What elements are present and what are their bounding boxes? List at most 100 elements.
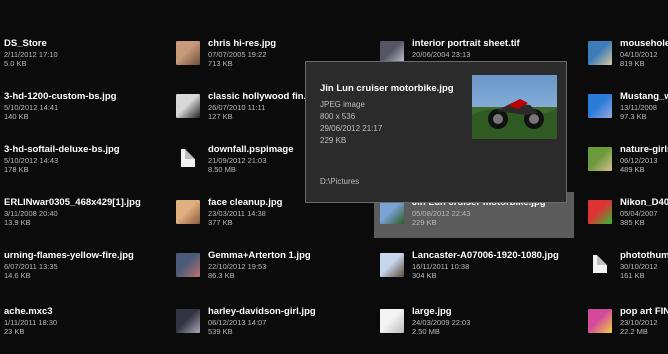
file-name: Nikon_D40x [620,197,668,208]
file-date: 22/10/2012 19:53 [208,262,267,271]
file-size: 161 KB [620,271,645,280]
file-size: 304 KB [412,271,437,280]
file-name: 3-hd-1200-custom-bs.jpg [4,91,117,102]
file-date: 24/03/2009 22:03 [412,318,471,327]
tooltip-path: D:\Pictures [320,177,360,186]
file-item[interactable]: 3-hd-softail-deluxe-bs.jpg 5/10/2012 14:4… [4,144,204,188]
file-item[interactable]: face cleanup.jpg 23/03/2011 14:38 377 KB [176,197,376,241]
file-name: pop art FIN [620,306,668,317]
tooltip-dimensions: 800 x 536 [320,112,356,121]
file-item[interactable]: photothumb30/10/2012161 KB [588,250,668,294]
file-name: Lancaster-A07006-1920-1080.jpg [412,250,559,261]
file-size: 140 KB [4,112,29,121]
file-name: nature-girls [620,144,668,155]
file-item[interactable]: urning-flames-yellow-fire.jpg 6/07/2011 1… [4,250,204,294]
file-text: interior portrait sheet.tif 20/06/2004 23… [412,38,580,59]
file-text: mousehole 04/10/2012 819 KB [620,38,668,68]
file-date: 04/10/2012 [620,50,658,59]
tooltip-file-name: Jin Lun cruiser motorbike.jpg [320,83,454,94]
image-thumbnail-icon [176,309,200,333]
file-date: 13/11/2008 [620,103,657,112]
file-item[interactable]: DS_Store 2/11/2012 17:10 5.0 KB [4,38,204,82]
file-text: Gemma+Arterton 1.jpg 22/10/2012 19:53 86.3… [208,250,376,280]
image-thumbnail-icon [380,253,404,277]
file-size: 22.2 MB [620,327,648,336]
file-text: DS_Store 2/11/2012 17:10 5.0 KB [4,38,204,68]
document-icon [588,253,612,277]
image-thumbnail-icon [588,41,612,65]
file-size: 97.3 KB [620,112,647,121]
file-size: 14.6 KB [4,271,31,280]
file-size: 229 KB [412,218,437,227]
file-tooltip: Jin Lun cruiser motorbike.jpg JPEG image… [305,61,567,203]
file-size: 5.0 KB [4,59,27,68]
file-date: 07/07/2005 19:22 [208,50,267,59]
file-name: harley-davidson-girl.jpg [208,306,316,317]
file-name: mousehole [620,38,668,49]
file-size: 178 KB [4,165,29,174]
file-date: 5/10/2012 14:41 [4,103,59,112]
file-item[interactable]: ache.mxc3 1/11/2011 18:30 23 KB [4,306,204,350]
tooltip-file-type: JPEG image [320,100,365,109]
file-name: Gemma+Arterton 1.jpg [208,250,311,261]
file-date: 5/10/2012 14:43 [4,156,59,165]
file-date: 06/12/2013 14:07 [208,318,267,327]
file-size: 13.9 KB [4,218,31,227]
image-thumbnail-icon [380,309,404,333]
file-name: ERLINwar0305_468x429[1].jpg [4,197,141,208]
file-text: 3-hd-1200-custom-bs.jpg 5/10/2012 14:41 14… [4,91,204,121]
file-item[interactable]: mousehole 04/10/2012 819 KB [588,38,668,82]
image-thumbnail-icon [588,94,612,118]
file-date: 23/10/2012 [620,318,658,327]
file-text: Lancaster-A07006-1920-1080.jpg 16/11/2011… [412,250,580,280]
file-name: Mustang_wi [620,91,668,102]
file-text: photothumb30/10/2012161 KB [620,250,668,280]
file-item[interactable]: Lancaster-A07006-1920-1080.jpg 16/11/2011… [380,250,580,294]
file-text: urning-flames-yellow-fire.jpg 6/07/2011 1… [4,250,204,280]
file-date: 16/11/2011 10:38 [412,262,470,271]
image-thumbnail-icon [588,147,612,171]
file-date: 23/03/2011 14:38 [208,209,266,218]
file-text: nature-girls 06/12/2013 489 KB [620,144,668,174]
file-item[interactable]: nature-girls 06/12/2013 489 KB [588,144,668,188]
image-thumbnail-icon [588,309,612,333]
file-item[interactable]: pop art FIN 23/10/2012 22.2 MB [588,306,668,350]
file-name: chris hi-res.jpg [208,38,277,49]
file-date: 6/07/2011 13:35 [4,262,58,271]
file-date: 20/06/2004 23:13 [412,50,471,59]
file-text: ache.mxc3 1/11/2011 18:30 23 KB [4,306,204,336]
file-text: Nikon_D40x05/04/2007385 KB [620,197,668,227]
file-item[interactable]: Gemma+Arterton 1.jpg 22/10/2012 19:53 86.3… [176,250,376,294]
image-thumbnail-icon [176,41,200,65]
file-item[interactable]: 3-hd-1200-custom-bs.jpg 5/10/2012 14:41 14… [4,91,204,135]
file-size: 86.3 KB [208,271,235,280]
file-date: 30/10/2012 [620,262,658,271]
tooltip-date: 29/06/2012 21:17 [320,124,383,133]
file-name: photothumb [620,250,668,261]
file-text: harley-davidson-girl.jpg 06/12/2013 14:07… [208,306,376,336]
file-text: ERLINwar0305_468x429[1].jpg 3/11/2008 20:… [4,197,204,227]
file-item[interactable]: Mustang_wi13/11/200897.3 KB [588,91,668,135]
document-icon [176,147,200,171]
file-text: large.jpg 24/03/2009 22:03 2.50 MB [412,306,580,336]
file-text: Mustang_wi13/11/200897.3 KB [620,91,668,121]
file-date: 2/11/2012 17:10 [4,50,58,59]
image-thumbnail-icon [176,253,200,277]
file-name: 3-hd-softail-deluxe-bs.jpg [4,144,120,155]
file-date: 06/12/2013 [620,156,658,165]
file-size: 539 KB [208,327,233,336]
file-text: 3-hd-softail-deluxe-bs.jpg 5/10/2012 14:4… [4,144,204,174]
file-item[interactable]: Nikon_D40x05/04/2007385 KB [588,197,668,241]
tooltip-size: 229 KB [320,136,347,145]
file-item[interactable]: ERLINwar0305_468x429[1].jpg 3/11/2008 20:… [4,197,204,241]
file-name: urning-flames-yellow-fire.jpg [4,250,134,261]
image-thumbnail-icon [588,200,612,224]
file-size: 819 KB [620,59,645,68]
file-name: DS_Store [4,38,47,49]
file-size: 23 KB [4,327,25,336]
image-thumbnail-icon [380,200,404,224]
file-item[interactable]: harley-davidson-girl.jpg 06/12/2013 14:07… [176,306,376,350]
file-item[interactable]: Jin Lun cruiser motorbike.jpg05/08/2012 … [374,192,580,241]
tooltip-preview-image [472,75,557,139]
file-item[interactable]: large.jpg 24/03/2009 22:03 2.50 MB [380,306,580,350]
